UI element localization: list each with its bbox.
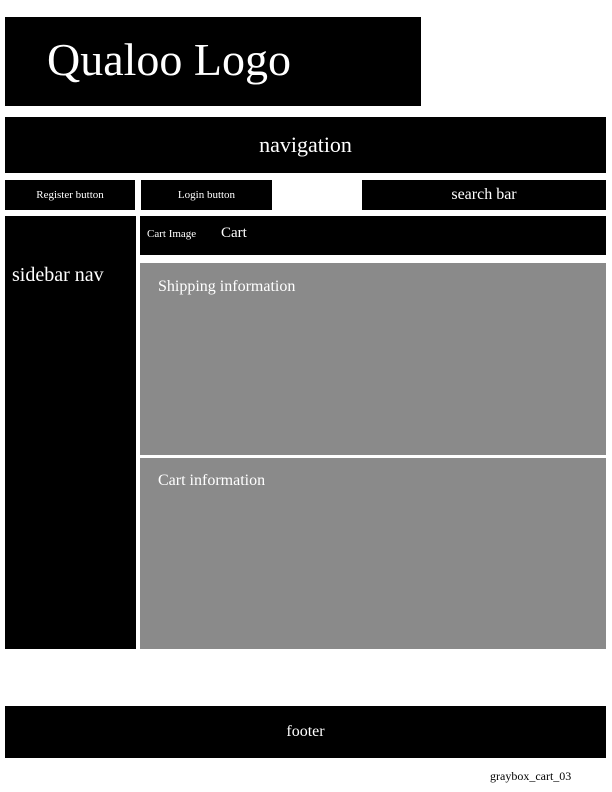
cart-header-bar: Cart Image Cart (140, 216, 606, 255)
search-bar-label: search bar (451, 186, 517, 203)
cart-information-panel: Cart information (140, 458, 606, 649)
register-button-label: Register button (36, 189, 104, 201)
sidebar-nav-label: sidebar nav (12, 264, 104, 286)
search-bar[interactable]: search bar (362, 180, 606, 210)
footer-label: footer (286, 723, 325, 740)
login-button-label: Login button (177, 189, 236, 201)
sidebar-nav[interactable]: sidebar nav (5, 216, 136, 649)
file-caption: graybox_cart_03 (490, 769, 572, 783)
register-button[interactable]: Register button (5, 180, 135, 210)
shipping-information-panel: Shipping information (140, 263, 606, 455)
cart-information-label: Cart information (158, 472, 266, 489)
login-button[interactable]: Login button (141, 180, 272, 210)
navigation-label: navigation (259, 132, 352, 157)
cart-title: Cart (221, 225, 247, 241)
shipping-information-label: Shipping information (158, 278, 296, 295)
footer: footer (5, 706, 606, 758)
logo-block[interactable]: Qualoo Logo (5, 17, 421, 106)
logo-text: Qualoo Logo (47, 34, 292, 85)
cart-image-placeholder[interactable]: Cart Image (147, 228, 196, 240)
navigation-bar[interactable]: navigation (5, 117, 606, 173)
